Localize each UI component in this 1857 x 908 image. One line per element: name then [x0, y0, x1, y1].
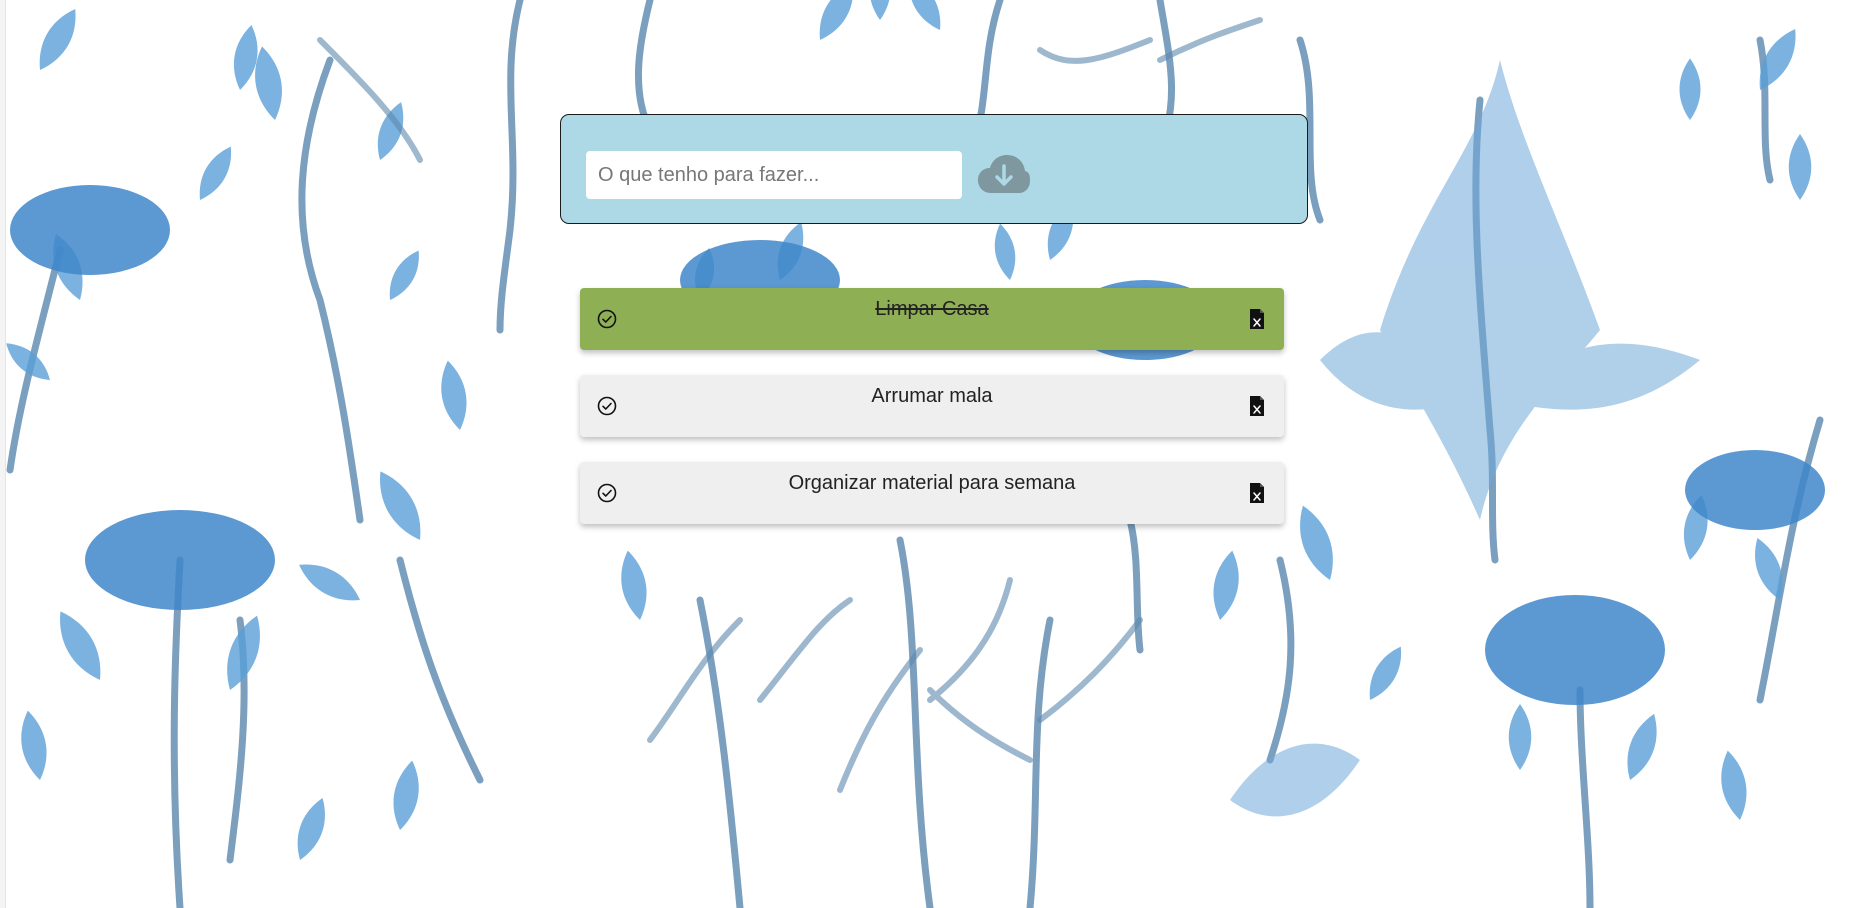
window-left-edge	[0, 0, 6, 908]
new-task-panel	[560, 114, 1308, 224]
save-task-button[interactable]	[977, 153, 1031, 197]
delete-file-icon[interactable]	[1249, 482, 1265, 504]
check-circle-icon[interactable]	[597, 309, 617, 329]
cloud-download-icon	[978, 155, 1030, 193]
task-text: Limpar Casa	[875, 298, 989, 320]
task-input[interactable]	[586, 151, 962, 199]
delete-file-icon[interactable]	[1249, 395, 1265, 417]
check-circle-icon[interactable]	[597, 483, 617, 503]
delete-file-icon[interactable]	[1249, 308, 1265, 330]
task-text: Organizar material para semana	[788, 472, 1076, 494]
task-item: Arrumar mala	[580, 375, 1284, 437]
task-text: Arrumar mala	[871, 385, 993, 407]
task-item: Organizar material para semana	[580, 462, 1284, 524]
check-circle-icon[interactable]	[597, 396, 617, 416]
task-item: Limpar Casa	[580, 288, 1284, 350]
task-list: Limpar Casa Arrumar mala Organizar mater…	[580, 288, 1284, 549]
